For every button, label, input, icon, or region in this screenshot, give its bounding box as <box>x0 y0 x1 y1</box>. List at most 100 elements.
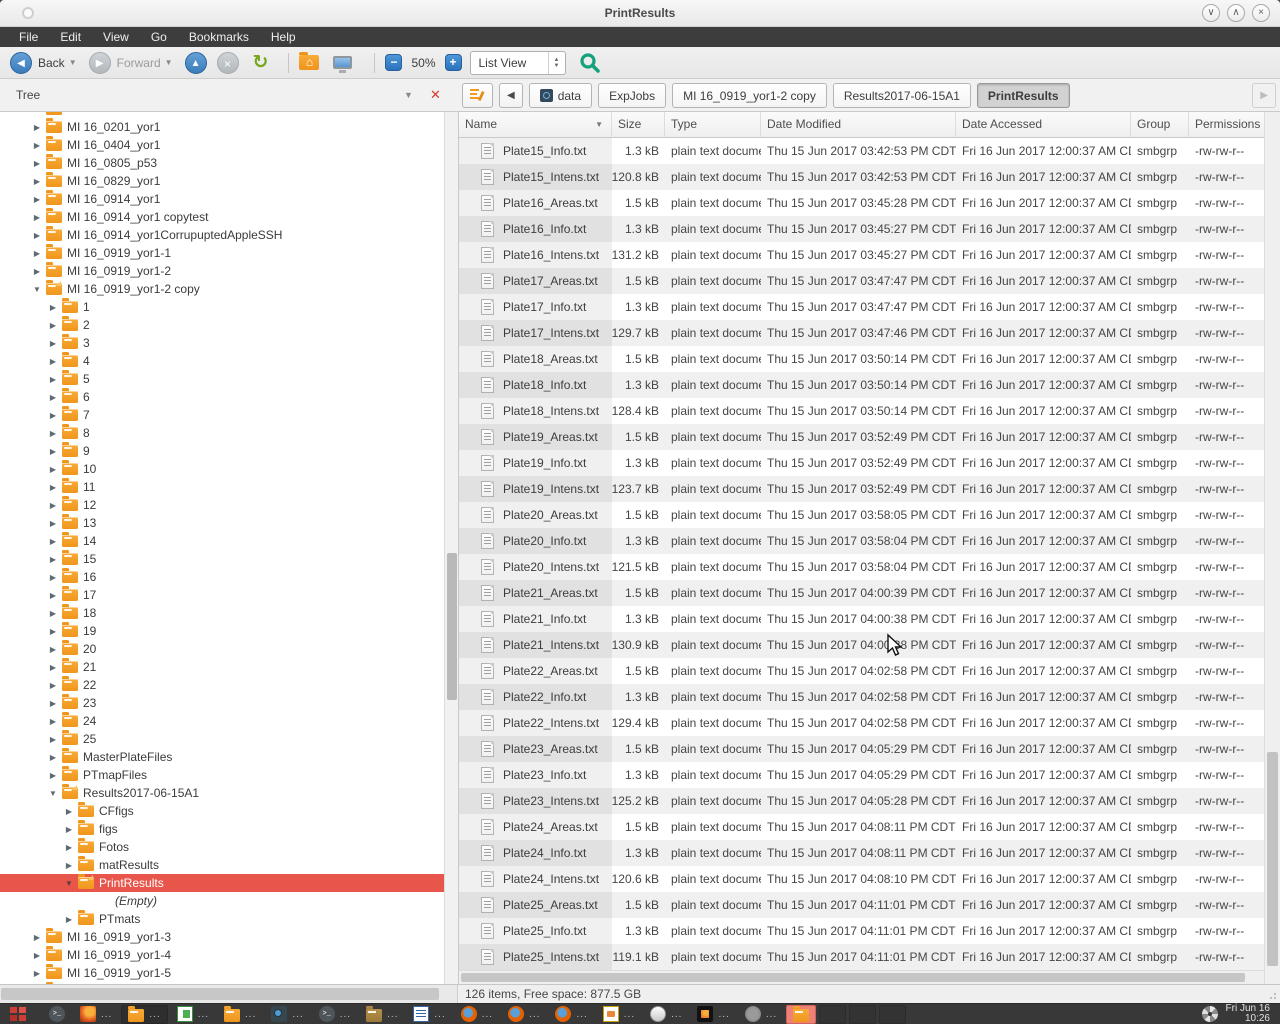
taskbar-button-folder[interactable]: ... <box>121 1005 167 1024</box>
expander-collapsed-icon[interactable]: ▶ <box>46 699 60 708</box>
tree-item-25[interactable]: ▶25 <box>0 730 444 748</box>
breadcrumb-scroll-left-button[interactable]: ◀ <box>499 83 523 108</box>
taskbar-button-matlab[interactable]: ... <box>74 1005 118 1024</box>
file-row-plate23-info-txt[interactable]: Plate23_Info.txt1.3 kBplain text documen… <box>459 762 1264 788</box>
up-icon[interactable]: ▲ <box>185 52 207 74</box>
menu-view[interactable]: View <box>92 27 140 47</box>
column-header-size[interactable]: Size <box>612 112 665 138</box>
expander-collapsed-icon[interactable]: ▶ <box>46 681 60 690</box>
tree-item-13[interactable]: ▶13 <box>0 514 444 532</box>
taskbar-button-app-gray[interactable]: ... <box>739 1005 783 1024</box>
tree-item-mi-16-0201-yor1[interactable]: ▶MI 16_0201_yor1 <box>0 118 444 136</box>
list-hscrollbar-thumb[interactable] <box>461 973 1245 982</box>
tree-item-9[interactable]: ▶9 <box>0 442 444 460</box>
tree-item-10[interactable]: ▶10 <box>0 460 444 478</box>
tree-item-5[interactable]: ▶5 <box>0 370 444 388</box>
minimize-button[interactable]: ∨ <box>1202 4 1220 22</box>
home-icon[interactable]: ⌂ <box>299 55 319 70</box>
expander-collapsed-icon[interactable]: ▶ <box>46 393 60 402</box>
expander-collapsed-icon[interactable]: ▶ <box>46 321 60 330</box>
zoom-out-icon[interactable]: − <box>385 54 402 71</box>
file-row-plate16-areas-txt[interactable]: Plate16_Areas.txt1.5 kBplain text docume… <box>459 190 1264 216</box>
clock[interactable]: Fri Jun 1610:26 <box>1226 1004 1270 1024</box>
back-icon[interactable]: ◀ <box>10 52 32 74</box>
expander-collapsed-icon[interactable]: ▶ <box>46 537 60 546</box>
tree-item-printresults[interactable]: ▼PrintResults <box>0 874 444 892</box>
taskbar-button-terminal[interactable]: ... <box>313 1005 357 1024</box>
tree-item-mi-16-0404-yor1[interactable]: ▶MI 16_0404_yor1 <box>0 136 444 154</box>
tree-item-mi-16-0919-yor1-2-copy[interactable]: ▼MI 16_0919_yor1-2 copy <box>0 280 444 298</box>
expander-collapsed-icon[interactable]: ▶ <box>46 753 60 762</box>
taskbar-button-writer[interactable]: ... <box>407 1005 451 1024</box>
tree-item-17[interactable]: ▶17 <box>0 586 444 604</box>
side-panel-caret-icon[interactable]: ▼ <box>404 79 413 111</box>
tree-item-mi-16-0914-yor1[interactable]: ▶MI 16_0914_yor1 <box>0 190 444 208</box>
expander-collapsed-icon[interactable]: ▶ <box>46 573 60 582</box>
expander-collapsed-icon[interactable]: ▶ <box>62 825 76 834</box>
breadcrumb-scroll-right-button[interactable]: ▶ <box>1252 83 1276 108</box>
file-row-plate19-info-txt[interactable]: Plate19_Info.txt1.3 kBplain text documen… <box>459 450 1264 476</box>
applications-menu[interactable] <box>4 1005 40 1024</box>
column-header-date-modified[interactable]: Date Modified <box>761 112 956 138</box>
expander-collapsed-icon[interactable]: ▶ <box>46 357 60 366</box>
expander-collapsed-icon[interactable]: ▶ <box>46 483 60 492</box>
file-row-plate20-info-txt[interactable]: Plate20_Info.txt1.3 kBplain text documen… <box>459 528 1264 554</box>
file-row-plate20-intens-txt[interactable]: Plate20_Intens.txt121.5 kBplain text doc… <box>459 554 1264 580</box>
column-header-permissions[interactable]: Permissions <box>1189 112 1264 138</box>
file-row-plate18-areas-txt[interactable]: Plate18_Areas.txt1.5 kBplain text docume… <box>459 346 1264 372</box>
edit-path-toggle-button[interactable] <box>462 83 493 108</box>
expander-collapsed-icon[interactable]: ▶ <box>62 915 76 924</box>
taskbar-button-image-dark[interactable]: ... <box>265 1005 309 1024</box>
tree-vertical-scrollbar[interactable] <box>444 112 458 984</box>
tree-item-masterplatefiles[interactable]: ▶MasterPlateFiles <box>0 748 444 766</box>
tree-item-mi-16-0914-yor1-copytest[interactable]: ▶MI 16_0914_yor1 copytest <box>0 208 444 226</box>
column-header-date-accessed[interactable]: Date Accessed <box>956 112 1131 138</box>
desktop-icon[interactable] <box>333 56 352 69</box>
file-row-plate16-intens-txt[interactable]: Plate16_Intens.txt131.2 kBplain text doc… <box>459 242 1264 268</box>
breadcrumb-results2017-06-15a1[interactable]: Results2017-06-15A1 <box>833 83 971 108</box>
view-mode-select[interactable]: List View ▲▼ <box>470 51 566 75</box>
tree-item-12[interactable]: ▶12 <box>0 496 444 514</box>
file-row-plate21-areas-txt[interactable]: Plate21_Areas.txt1.5 kBplain text docume… <box>459 580 1264 606</box>
expander-collapsed-icon[interactable]: ▶ <box>30 969 44 978</box>
tree-item-ptmapfiles[interactable]: ▶PTmapFiles <box>0 766 444 784</box>
expander-collapsed-icon[interactable]: ▶ <box>30 159 44 168</box>
taskbar-button-folder-brown[interactable]: ... <box>360 1005 404 1024</box>
file-row-plate17-intens-txt[interactable]: Plate17_Intens.txt129.7 kBplain text doc… <box>459 320 1264 346</box>
taskbar-button-libreoffice[interactable]: ... <box>644 1005 688 1024</box>
file-row-plate22-intens-txt[interactable]: Plate22_Intens.txt129.4 kBplain text doc… <box>459 710 1264 736</box>
expander-collapsed-icon[interactable]: ▶ <box>30 267 44 276</box>
file-row-plate22-info-txt[interactable]: Plate22_Info.txt1.3 kBplain text documen… <box>459 684 1264 710</box>
tree-item-20[interactable]: ▶20 <box>0 640 444 658</box>
expander-expanded-icon[interactable]: ▼ <box>62 879 76 888</box>
column-header-type[interactable]: Type <box>665 112 761 138</box>
tree-item-mi-16-0914-yor1corrupuptedapplessh[interactable]: ▶MI 16_0914_yor1CorrupuptedAppleSSH <box>0 226 444 244</box>
taskbar-button-folder[interactable]: ... <box>218 1005 262 1024</box>
side-panel-close-icon[interactable]: ✕ <box>430 79 441 111</box>
file-row-plate24-areas-txt[interactable]: Plate24_Areas.txt1.5 kBplain text docume… <box>459 814 1264 840</box>
taskbar-button-impress[interactable]: ... <box>597 1005 641 1024</box>
expander-collapsed-icon[interactable]: ▶ <box>46 771 60 780</box>
file-row-plate25-intens-txt[interactable]: Plate25_Intens.txt119.1 kBplain text doc… <box>459 944 1264 970</box>
taskbar-button-firefox[interactable]: ... <box>455 1005 499 1024</box>
tree-item-mi-16-0919-yor1-3[interactable]: ▶MI 16_0919_yor1-3 <box>0 928 444 946</box>
tree-item-1[interactable]: ▶1 <box>0 298 444 316</box>
expander-collapsed-icon[interactable]: ▶ <box>30 213 44 222</box>
expander-expanded-icon[interactable]: ▼ <box>30 285 44 294</box>
taskbar-button-none[interactable] <box>849 1005 876 1024</box>
taskbar-button-none[interactable] <box>819 1005 846 1024</box>
taskbar-button-matlab-dark[interactable]: ... <box>691 1005 735 1024</box>
taskbar-button-folder-active[interactable] <box>786 1005 816 1024</box>
tree-item-ptmats[interactable]: ▶PTmats <box>0 910 444 928</box>
list-horizontal-scrollbar[interactable] <box>458 970 1264 984</box>
tree-item-mi-16-0805-p53[interactable]: ▶MI 16_0805_p53 <box>0 154 444 172</box>
expander-collapsed-icon[interactable]: ▶ <box>46 501 60 510</box>
tree-item-2[interactable]: ▶2 <box>0 316 444 334</box>
tree-item-empty[interactable]: (Empty) <box>0 892 444 910</box>
expander-collapsed-icon[interactable]: ▶ <box>30 951 44 960</box>
tree-item-24[interactable]: ▶24 <box>0 712 444 730</box>
expander-collapsed-icon[interactable]: ▶ <box>46 519 60 528</box>
tree-item-18[interactable]: ▶18 <box>0 604 444 622</box>
file-row-plate18-intens-txt[interactable]: Plate18_Intens.txt128.4 kBplain text doc… <box>459 398 1264 424</box>
maximize-button[interactable]: ∧ <box>1227 4 1245 22</box>
